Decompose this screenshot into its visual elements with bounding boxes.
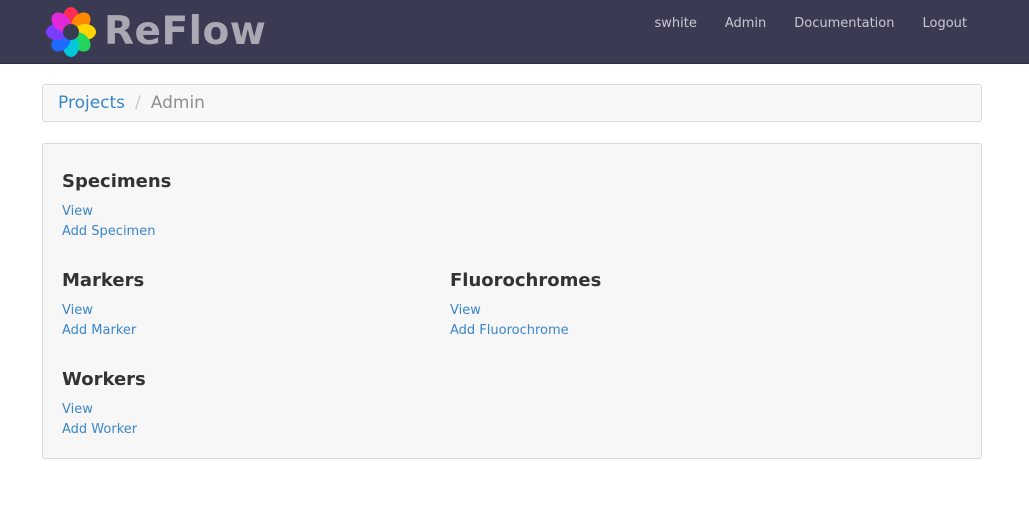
- add-specimen-link[interactable]: Add Specimen: [62, 222, 171, 242]
- markers-section: Markers View Add Marker: [62, 269, 144, 341]
- add-fluorochrome-link[interactable]: Add Fluorochrome: [450, 321, 601, 341]
- brand-name: ReFlow: [104, 9, 267, 54]
- specimens-view-link[interactable]: View: [62, 202, 171, 222]
- top-navbar: ReFlow swhite Admin Documentation Logout: [0, 0, 1029, 64]
- add-worker-link[interactable]: Add Worker: [62, 420, 146, 440]
- breadcrumb: Projects / Admin: [42, 84, 982, 122]
- workers-heading: Workers: [62, 369, 146, 390]
- markers-view-link[interactable]: View: [62, 301, 144, 321]
- brand-link[interactable]: ReFlow: [46, 7, 266, 57]
- nav-links: swhite Admin Documentation Logout: [640, 0, 981, 46]
- breadcrumb-projects[interactable]: Projects: [58, 93, 125, 113]
- breadcrumb-separator: /: [135, 93, 141, 113]
- nav-item-admin[interactable]: Admin: [711, 16, 780, 31]
- breadcrumb-admin: Admin: [150, 93, 205, 113]
- specimens-heading: Specimens: [62, 171, 172, 192]
- add-marker-link[interactable]: Add Marker: [62, 321, 144, 341]
- admin-panel: Specimens View Add Specimen Markers View…: [42, 143, 982, 459]
- fluorochromes-view-link[interactable]: View: [450, 301, 601, 321]
- markers-heading: Markers: [62, 270, 145, 291]
- fluorochromes-heading: Fluorochromes: [450, 270, 602, 291]
- nav-item-documentation[interactable]: Documentation: [780, 16, 908, 31]
- nav-item-logout[interactable]: Logout: [908, 16, 981, 31]
- specimens-section: Specimens View Add Specimen: [62, 170, 171, 242]
- workers-view-link[interactable]: View: [62, 400, 146, 420]
- flower-logo-icon: [46, 7, 96, 57]
- nav-item-user[interactable]: swhite: [640, 16, 710, 31]
- workers-section: Workers View Add Worker: [62, 368, 146, 440]
- fluorochromes-section: Fluorochromes View Add Fluorochrome: [450, 269, 601, 341]
